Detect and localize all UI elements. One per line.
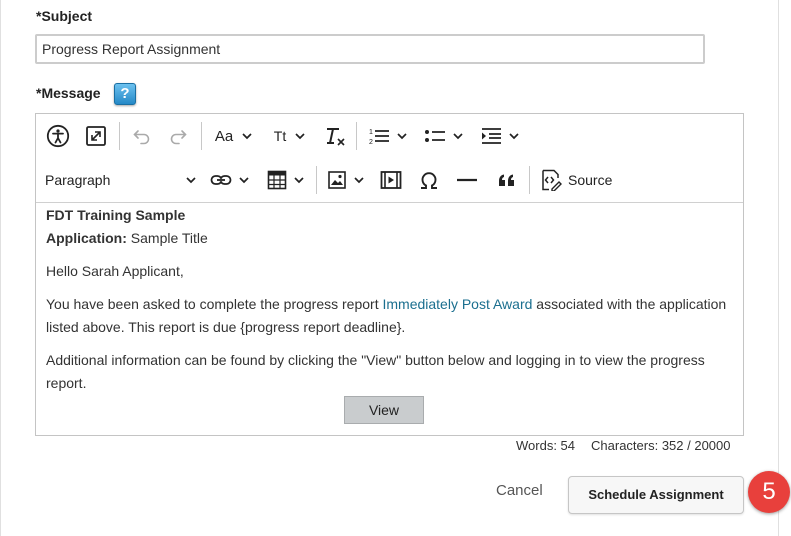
source-label: Source (568, 172, 613, 188)
editor-toolbar: Aa Tt 12 Paragraph Source (36, 114, 743, 203)
schedule-assignment-button[interactable]: Schedule Assignment (568, 476, 744, 514)
application-value: Sample Title (126, 230, 208, 246)
toolbar-separator (119, 122, 120, 150)
help-button[interactable]: ? (114, 83, 136, 105)
toolbar-separator (529, 166, 530, 194)
chevron-down-icon (453, 133, 463, 140)
rich-text-editor: Aa Tt 12 Paragraph Source FDT Training S… (35, 113, 744, 436)
svg-text:2: 2 (369, 139, 373, 146)
link-icon (210, 175, 232, 185)
numbered-list-icon: 12 (369, 129, 389, 146)
subject-input[interactable] (35, 34, 705, 64)
bulleted-list-icon (425, 130, 445, 142)
subject-label: *Subject (36, 8, 93, 24)
horizontal-line-icon[interactable] (452, 164, 482, 196)
greeting: Hello Sarah Applicant, (46, 263, 184, 279)
source-button[interactable]: Source (540, 164, 626, 196)
editor-content[interactable]: FDT Training Sample Application: Sample … (46, 204, 736, 395)
link-dropdown[interactable] (206, 164, 254, 196)
chevron-down-icon (242, 133, 252, 140)
paragraph-format-dropdown[interactable]: Paragraph (45, 164, 197, 196)
chevron-down-icon (295, 133, 305, 140)
font-size-icon: Tt (273, 128, 287, 144)
media-icon[interactable] (376, 164, 406, 196)
chevron-down-icon (354, 177, 364, 184)
table-dropdown[interactable] (262, 164, 310, 196)
right-divider (778, 0, 779, 536)
chevron-down-icon (186, 177, 196, 184)
org-name: FDT Training Sample (46, 207, 186, 223)
toolbar-separator (356, 122, 357, 150)
maximize-icon[interactable] (81, 120, 111, 152)
cancel-button[interactable]: Cancel (496, 482, 543, 499)
characters-count: Characters: 352 / 20000 (591, 438, 731, 453)
chevron-down-icon (509, 133, 519, 140)
left-divider (0, 0, 1, 536)
words-count: Words: 54 (516, 438, 576, 453)
font-size-dropdown[interactable]: Tt (268, 120, 312, 152)
chevron-down-icon (239, 177, 249, 184)
chevron-down-icon (397, 133, 407, 140)
undo-icon[interactable] (128, 120, 156, 152)
font-family-dropdown[interactable]: Aa (210, 120, 258, 152)
application-line: Application: Sample Title (46, 227, 736, 250)
special-characters-icon[interactable] (414, 164, 444, 196)
toolbar-row-1: Aa Tt 12 (36, 114, 743, 158)
toolbar-row-2: Paragraph Source (36, 158, 743, 202)
view-button[interactable]: View (344, 396, 424, 424)
indent-dropdown[interactable] (476, 120, 524, 152)
paragraph-2: Additional information can be found by c… (46, 352, 705, 391)
font-family-icon: Aa (214, 127, 234, 145)
svg-text:1: 1 (369, 129, 373, 136)
application-label: Application: (46, 230, 127, 246)
progress-report-link[interactable]: Immediately Post Award (382, 296, 532, 312)
remove-format-icon[interactable] (320, 120, 350, 152)
redo-icon[interactable] (164, 120, 192, 152)
indent-icon (482, 128, 501, 144)
paragraph-1: You have been asked to complete the prog… (46, 293, 736, 339)
paragraph-format-label: Paragraph (45, 172, 111, 188)
toolbar-separator (316, 166, 317, 194)
paragraph-1-text: You have been asked to complete the prog… (46, 296, 383, 312)
image-icon (328, 171, 346, 189)
message-label: *Message (36, 85, 101, 101)
bulleted-list-dropdown[interactable] (420, 120, 468, 152)
blockquote-icon[interactable] (492, 164, 522, 196)
image-dropdown[interactable] (322, 164, 370, 196)
numbered-list-dropdown[interactable]: 12 (364, 120, 412, 152)
source-icon (542, 169, 562, 191)
word-count: Words: 54 Characters: 352 / 20000 (516, 438, 731, 453)
accessibility-icon[interactable] (43, 120, 73, 152)
table-icon (267, 170, 287, 190)
chevron-down-icon (294, 177, 304, 184)
step-badge: 5 (748, 471, 790, 513)
toolbar-separator (201, 122, 202, 150)
